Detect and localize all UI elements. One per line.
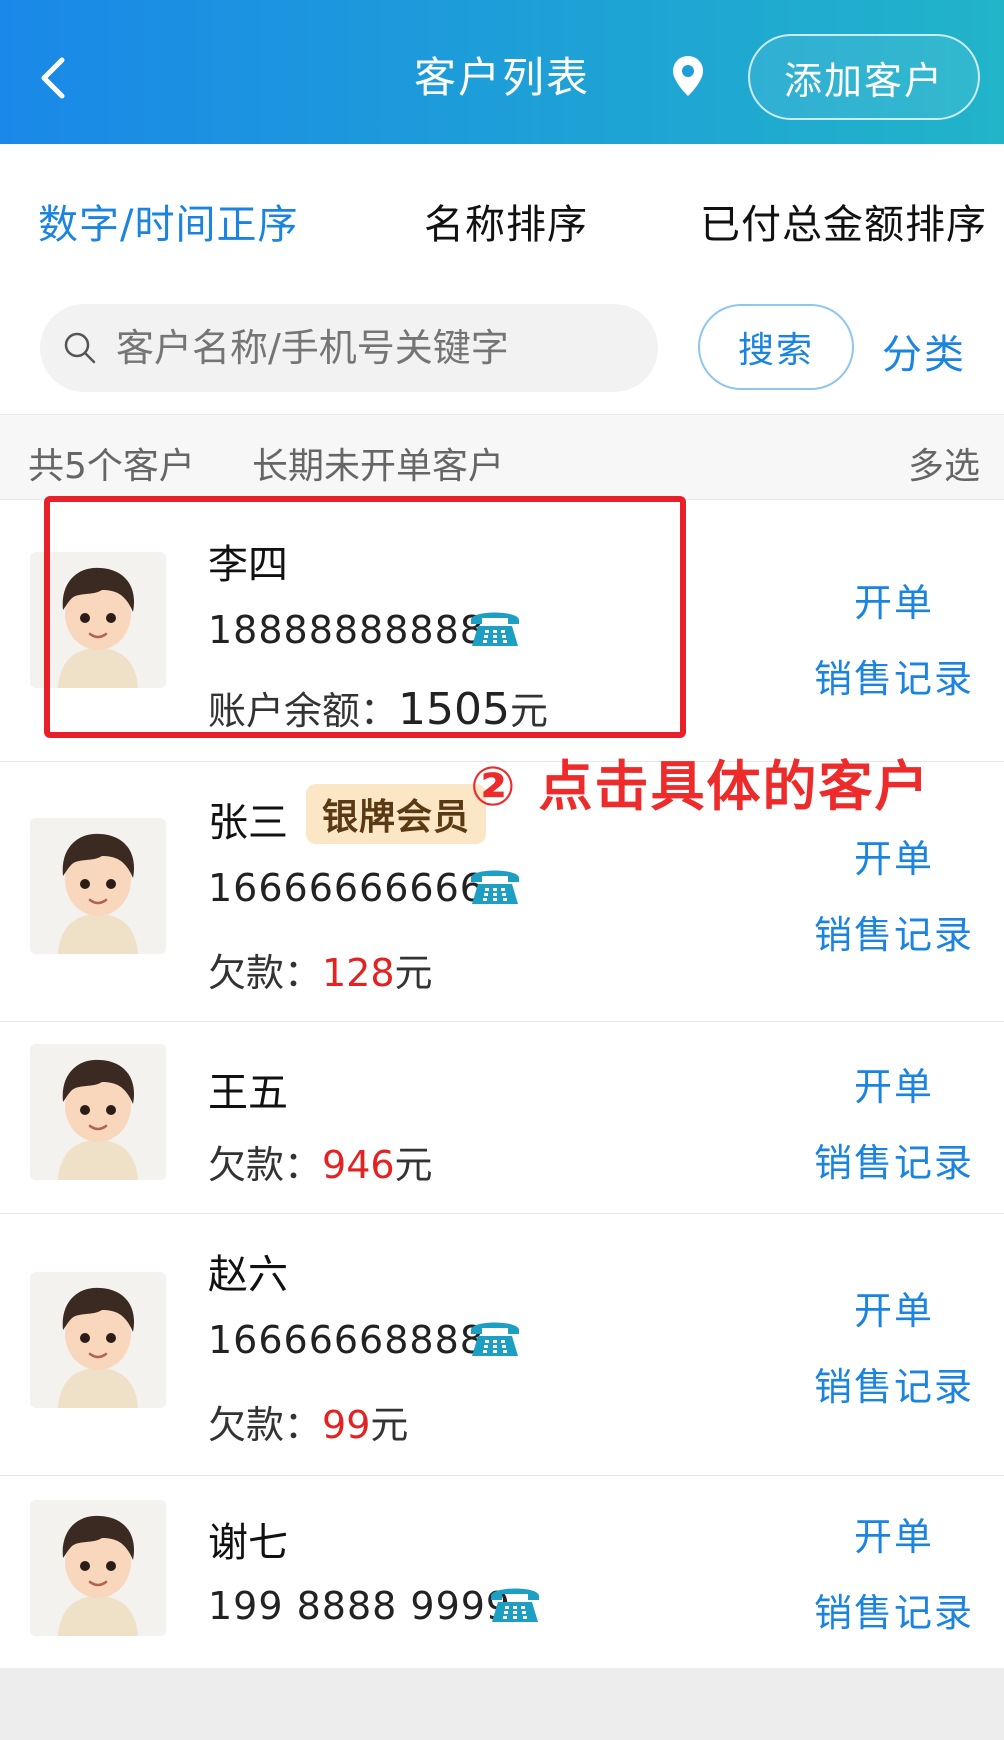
debt-value: 128 bbox=[322, 951, 395, 995]
customer-row[interactable]: 李四 18888888888 账户余额：1505元 开单 销售记录 bbox=[0, 500, 1004, 762]
open-order-button[interactable]: 开单 bbox=[854, 572, 934, 627]
customer-name: 李四 bbox=[208, 542, 288, 588]
sales-record-button[interactable]: 销售记录 bbox=[814, 1132, 974, 1187]
customer-name: 赵六 bbox=[208, 1252, 288, 1298]
debt-label: 欠款： bbox=[208, 951, 323, 995]
open-order-button[interactable]: 开单 bbox=[854, 1280, 934, 1335]
search-button[interactable]: 搜索 bbox=[698, 304, 854, 390]
customer-name: 王五 bbox=[208, 1070, 288, 1116]
phone-icon[interactable] bbox=[488, 1580, 542, 1624]
customer-list: 李四 18888888888 账户余额：1505元 开单 销售记录 张三 银牌会… bbox=[0, 500, 1004, 1668]
sales-record-button[interactable]: 销售记录 bbox=[814, 648, 974, 703]
customer-count: 共5个客户 bbox=[28, 446, 195, 487]
sales-record-button[interactable]: 销售记录 bbox=[814, 904, 974, 959]
long-term-inactive-filter[interactable]: 长期未开单客户 bbox=[252, 437, 504, 489]
add-customer-button[interactable]: 添加客户 bbox=[748, 34, 980, 120]
open-order-button[interactable]: 开单 bbox=[854, 1056, 934, 1111]
avatar bbox=[30, 818, 166, 954]
debt-label: 欠款： bbox=[208, 1143, 323, 1187]
customer-name: 谢七 bbox=[208, 1520, 288, 1566]
avatar-image bbox=[30, 1500, 166, 1636]
debt-unit: 元 bbox=[370, 1403, 409, 1447]
search-input[interactable] bbox=[114, 325, 634, 371]
sales-record-button[interactable]: 销售记录 bbox=[814, 1356, 974, 1411]
membership-badge: 银牌会员 bbox=[306, 784, 487, 844]
avatar-image bbox=[30, 552, 166, 688]
phone-icon[interactable] bbox=[468, 604, 522, 648]
app-header: 客户列表 添加客户 bbox=[0, 0, 1004, 144]
customer-phone: 16666666666 bbox=[208, 866, 485, 910]
debt-value: 99 bbox=[322, 1403, 371, 1447]
location-pin-icon[interactable] bbox=[670, 54, 706, 98]
avatar bbox=[30, 1044, 166, 1180]
debt-unit: 元 bbox=[394, 951, 433, 995]
customer-row[interactable]: 王五 欠款：946元 开单 销售记录 bbox=[0, 1022, 1004, 1214]
tutorial-annotation: ② 点击具体的客户 bbox=[470, 755, 931, 818]
sales-record-button[interactable]: 销售记录 bbox=[814, 1582, 974, 1637]
phone-icon[interactable] bbox=[468, 862, 522, 906]
balance-label: 账户余额： bbox=[208, 689, 399, 733]
debt-amount: 欠款：946元 bbox=[208, 1134, 433, 1189]
sort-by-name[interactable]: 名称排序 bbox=[424, 192, 588, 250]
customer-phone: 18888888888 bbox=[208, 608, 485, 652]
debt-amount: 欠款：128元 bbox=[208, 942, 433, 997]
avatar bbox=[30, 1500, 166, 1636]
search-icon bbox=[64, 332, 96, 364]
avatar-image bbox=[30, 1272, 166, 1408]
phone-icon[interactable] bbox=[468, 1314, 522, 1358]
customer-phone: 16666668888 bbox=[208, 1318, 485, 1362]
debt-value: 946 bbox=[322, 1143, 395, 1187]
customer-phone: 199 8888 9999 bbox=[208, 1584, 512, 1628]
debt-unit: 元 bbox=[394, 1143, 433, 1187]
category-button[interactable]: 分类 bbox=[882, 322, 966, 380]
avatar bbox=[30, 552, 166, 688]
sort-bar: 数字/时间正序 名称排序 已付总金额排序 bbox=[0, 144, 1004, 290]
balance-amount: 1505 bbox=[398, 684, 510, 735]
balance-unit: 元 bbox=[510, 689, 549, 733]
customer-row[interactable]: 谢七 199 8888 9999 开单 销售记录 bbox=[0, 1476, 1004, 1668]
customer-row[interactable]: 赵六 16666668888 欠款：99元 开单 销售记录 bbox=[0, 1214, 1004, 1476]
sort-by-number-time[interactable]: 数字/时间正序 bbox=[38, 192, 298, 250]
search-box[interactable] bbox=[40, 304, 658, 392]
debt-amount: 欠款：99元 bbox=[208, 1394, 408, 1449]
customer-name: 张三 bbox=[208, 800, 288, 846]
debt-label: 欠款： bbox=[208, 1403, 323, 1447]
avatar-image bbox=[30, 1044, 166, 1180]
avatar-image bbox=[30, 818, 166, 954]
account-balance: 账户余额：1505元 bbox=[208, 680, 548, 735]
filter-panel: 数字/时间正序 名称排序 已付总金额排序 搜索 分类 bbox=[0, 144, 1004, 414]
open-order-button[interactable]: 开单 bbox=[854, 1506, 934, 1561]
summary-bar: 共5个客户 长期未开单客户 多选 bbox=[0, 414, 1004, 500]
open-order-button[interactable]: 开单 bbox=[854, 828, 934, 883]
multi-select-button[interactable]: 多选 bbox=[908, 437, 980, 489]
sort-by-paid-amount[interactable]: 已付总金额排序 bbox=[700, 192, 987, 250]
avatar bbox=[30, 1272, 166, 1408]
